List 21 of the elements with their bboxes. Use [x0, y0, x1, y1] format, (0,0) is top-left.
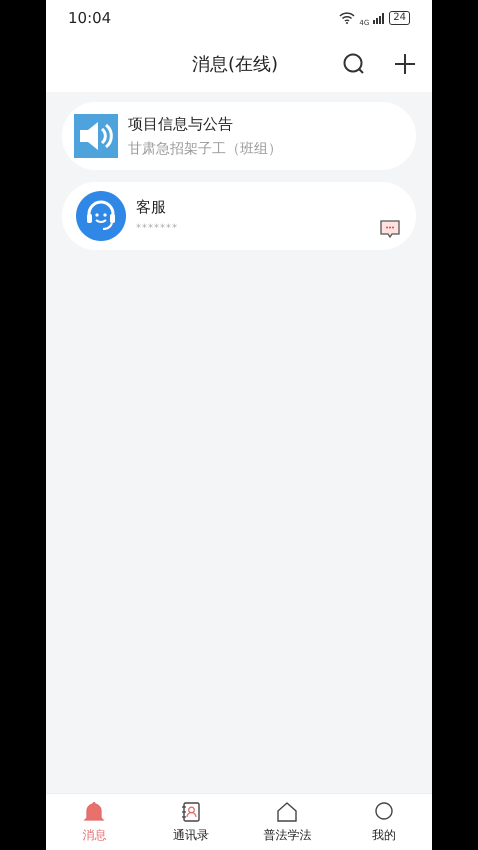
conversation-item[interactable]: 客服 ******* — [62, 182, 416, 250]
home-icon — [276, 800, 298, 822]
nav-tab[interactable]: 通讯录 — [142, 794, 239, 850]
conversation-title: 客服 — [136, 198, 167, 217]
conversation-title: 项目信息与公告 — [128, 114, 234, 134]
search-icon[interactable] — [342, 52, 366, 76]
battery-level: 24 — [389, 11, 410, 25]
nav-tab[interactable]: 我的 — [336, 794, 432, 850]
headset-avatar-icon — [76, 191, 126, 241]
signal-icon — [373, 12, 386, 24]
wifi-icon — [339, 12, 356, 24]
contacts-icon — [180, 800, 202, 822]
page-title: 消息(在线) — [190, 53, 280, 76]
conversation-item[interactable]: 项目信息与公告 甘肃急招架子工（班组） — [62, 102, 416, 170]
status-time: 10:04 — [68, 9, 112, 27]
nav-tab[interactable]: 普法学法 — [239, 794, 336, 850]
add-icon[interactable] — [394, 53, 416, 75]
conversation-preview: 甘肃急招架子工（班组） — [128, 140, 283, 158]
conversation-preview: ******* — [136, 223, 179, 234]
speaker-icon — [74, 114, 118, 158]
bell-icon — [83, 800, 106, 822]
